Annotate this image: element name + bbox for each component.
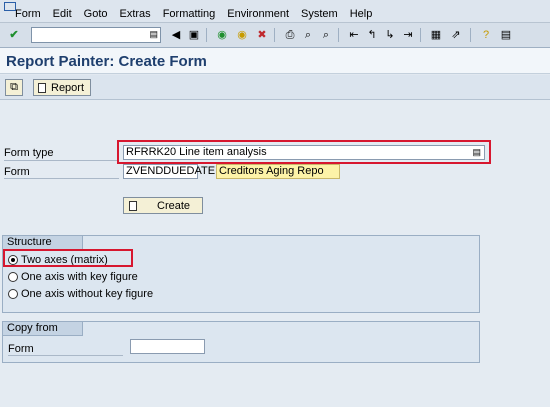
form-field[interactable]: ZVENDDUEDATE [123, 164, 215, 179]
help-icon[interactable]: ? [478, 27, 494, 43]
title-bar: Report Painter: Create Form [0, 48, 550, 74]
toolbar-separator [420, 28, 421, 42]
copy-from-group: Copy from Form [2, 321, 480, 363]
menu-goto[interactable]: Goto [84, 8, 108, 20]
copy-icon[interactable]: ⧉ [5, 79, 23, 96]
form-label: Form [4, 166, 30, 178]
toolbar-separator [338, 28, 339, 42]
menu-help[interactable]: Help [350, 8, 373, 20]
structure-group: Structure Two axes (matrix) One axis wit… [2, 235, 480, 313]
two-axes-highlight [3, 249, 133, 267]
exit-icon[interactable]: ◉ [234, 27, 250, 43]
previous-page-icon[interactable]: ↰ [364, 27, 380, 43]
triangle-left-icon[interactable]: ◀ [168, 27, 184, 43]
next-page-icon[interactable]: ↳ [382, 27, 398, 43]
form-type-highlight [117, 140, 491, 164]
toolbar-separator [274, 28, 275, 42]
menu-environment[interactable]: Environment [227, 8, 289, 20]
toolbar-separator [470, 28, 471, 42]
first-page-icon[interactable]: ⇤ [346, 27, 362, 43]
report-button-label: Report [51, 81, 85, 94]
menu-form[interactable]: Form [15, 8, 41, 20]
enter-check-icon[interactable]: ✔ [6, 27, 22, 43]
create-button-label: Create [157, 199, 191, 212]
label-underline [8, 355, 123, 356]
find-icon[interactable]: ⌕ [300, 27, 316, 43]
document-icon [129, 201, 137, 211]
menu-items: Form Edit Goto Extras Formatting Environ… [15, 8, 384, 20]
command-field[interactable]: ▤ [31, 27, 161, 43]
application-toolbar: ⧉ Report [0, 75, 550, 100]
label-underline [4, 160, 119, 161]
structure-group-title: Structure [3, 236, 83, 250]
radio-button[interactable] [8, 272, 18, 282]
toolbar-separator [206, 28, 207, 42]
radio-one-axis-without-key-figure[interactable]: One axis without key figure [8, 288, 153, 300]
back-icon[interactable]: ◉ [214, 27, 230, 43]
save-icon[interactable]: ▣ [186, 27, 202, 43]
radio-button[interactable] [8, 289, 18, 299]
form-description-field[interactable]: Creditors Aging Repo [216, 164, 340, 179]
copy-from-form-field[interactable] [130, 339, 205, 354]
form-type-label: Form type [4, 147, 54, 159]
shortcut-icon[interactable]: ⇗ [448, 27, 464, 43]
label-underline [4, 178, 119, 179]
report-button[interactable]: Report [33, 79, 91, 96]
layout-menu-icon[interactable]: ▤ [498, 27, 514, 43]
radio-one-axis-with-key-figure[interactable]: One axis with key figure [8, 271, 138, 283]
dropdown-icon[interactable]: ▤ [149, 29, 158, 40]
find-next-icon[interactable]: ⌕ [318, 27, 334, 43]
document-icon [38, 82, 46, 93]
radio-one-axis-without-key-figure-label: One axis without key figure [21, 288, 154, 300]
menu-edit[interactable]: Edit [53, 8, 72, 20]
main-content: Form type RFRRK20 Line item analysis ▤ F… [0, 100, 550, 407]
print-icon[interactable]: ⎙ [282, 27, 298, 43]
menu-formatting[interactable]: Formatting [163, 8, 216, 20]
menu-bar: Form Edit Goto Extras Formatting Environ… [0, 0, 550, 23]
radio-one-axis-with-key-figure-label: One axis with key figure [21, 271, 138, 283]
copy-from-group-title: Copy from [3, 322, 83, 336]
menu-extras[interactable]: Extras [120, 8, 151, 20]
cancel-icon[interactable]: ✖ [254, 27, 270, 43]
create-session-icon[interactable]: ▦ [428, 27, 444, 43]
copy-from-form-label: Form [8, 343, 34, 355]
standard-toolbar: ✔ ▤ ◀ ▣ ◉ ◉ ✖ ⎙ ⌕ ⌕ ⇤ ↰ ↳ ⇥ ▦ ⇗ ? ▤ [0, 23, 550, 48]
last-page-icon[interactable]: ⇥ [400, 27, 416, 43]
menu-system[interactable]: System [301, 8, 338, 20]
page-title: Report Painter: Create Form [6, 53, 207, 70]
create-button[interactable]: Create [123, 197, 203, 214]
